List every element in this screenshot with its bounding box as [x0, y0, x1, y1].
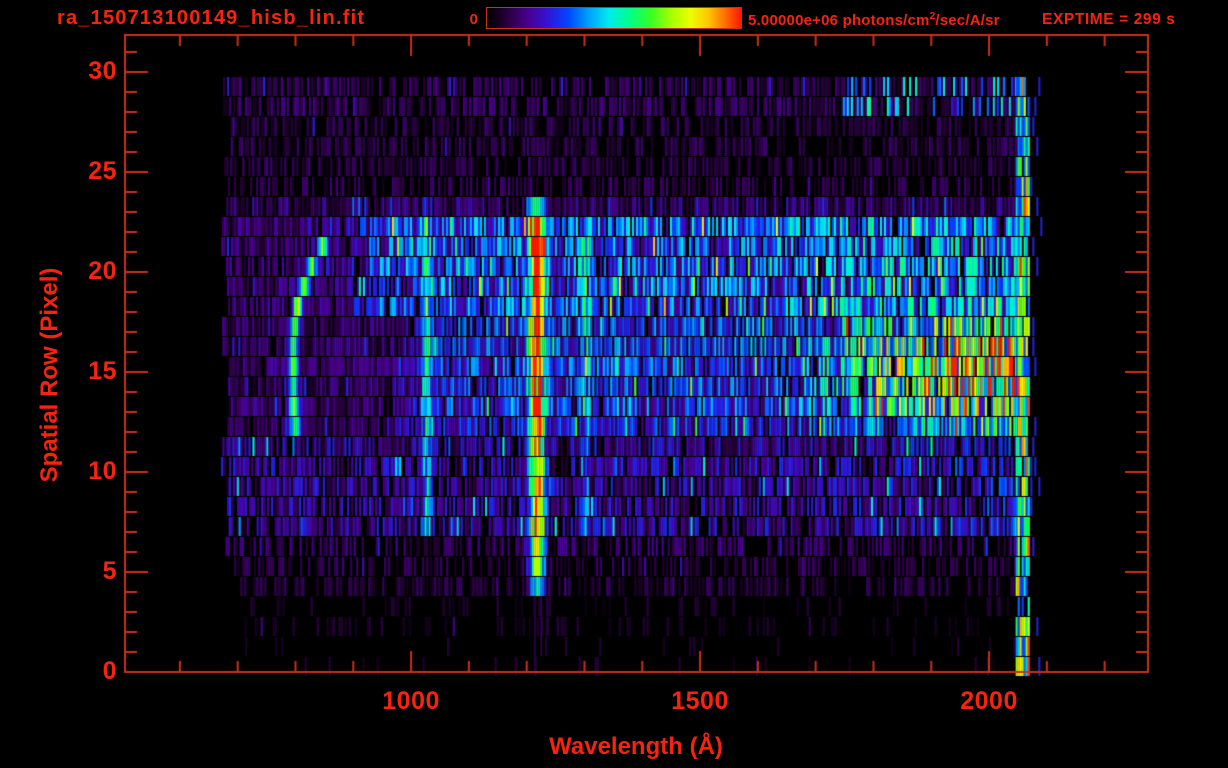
plot-title: ra_150713100149_hisb_lin.fit: [57, 7, 366, 29]
colorbar-min-label: 0: [469, 11, 478, 28]
y-tick-label: 0: [102, 657, 117, 685]
x-tick-label: 2000: [960, 687, 1018, 715]
y-tick-label: 30: [88, 57, 117, 85]
colorbar-max-prefix: 5.00000e+06 photons/cm: [748, 12, 930, 29]
spectral-image-canvas: [0, 0, 1228, 768]
y-axis-title: Spatial Row (Pixel): [36, 267, 63, 483]
colorbar-gradient: [486, 7, 742, 29]
x-tick-label: 1500: [671, 687, 729, 715]
x-tick-label: 1000: [382, 687, 440, 715]
colorbar-max-label: 5.00000e+06 photons/cm2/sec/A/sr: [748, 11, 1000, 29]
x-axis-title: Wavelength (Å): [549, 733, 723, 760]
exptime-label: EXPTIME = 299 s: [1042, 11, 1176, 28]
colorbar-max-suffix: /sec/A/sr: [935, 12, 1000, 29]
y-tick-label: 5: [102, 557, 117, 585]
y-tick-label: 25: [88, 157, 117, 185]
